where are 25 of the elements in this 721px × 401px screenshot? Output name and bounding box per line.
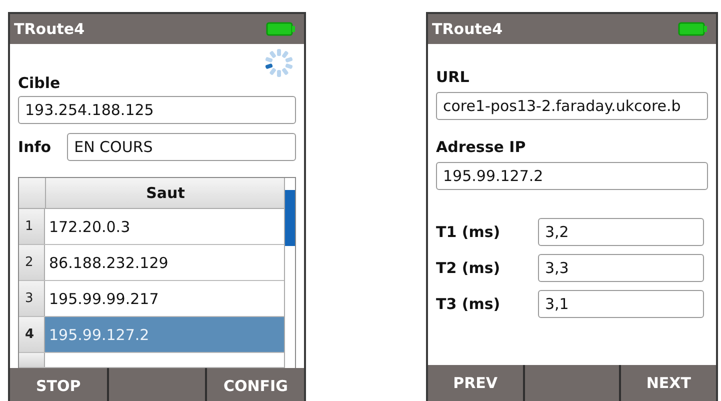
battery-icon: [266, 22, 296, 36]
info-field[interactable]: EN COURS: [67, 133, 296, 161]
row-number: 4: [19, 317, 45, 352]
battery-icon: [678, 22, 708, 36]
ip-label: Adresse IP: [436, 138, 527, 156]
target-label: Cible: [18, 74, 62, 92]
time-field[interactable]: 3,3: [538, 254, 704, 282]
ip-field[interactable]: 195.99.127.2: [436, 162, 708, 190]
row-number: 2: [19, 245, 45, 280]
info-label: Info: [18, 138, 52, 156]
screen-title: TRoute4: [432, 20, 503, 38]
loading-spinner-icon: [264, 48, 294, 78]
target-field[interactable]: 193.254.188.125: [18, 96, 296, 124]
url-label: URL: [436, 68, 470, 86]
time-field[interactable]: 3,1: [538, 290, 704, 318]
time-field[interactable]: 3,2: [538, 218, 704, 246]
row-number: 1: [19, 209, 45, 244]
time-label: T1 (ms): [436, 223, 502, 241]
url-field[interactable]: core1-pos13-2.faraday.ukcore.b: [436, 92, 708, 120]
row-number: 3: [19, 281, 45, 316]
time-label: T2 (ms): [436, 259, 502, 277]
scrollbar[interactable]: [284, 178, 295, 368]
screen-title: TRoute4: [14, 20, 85, 38]
column-header: Saut: [145, 183, 186, 204]
time-label: T3 (ms): [436, 295, 502, 313]
